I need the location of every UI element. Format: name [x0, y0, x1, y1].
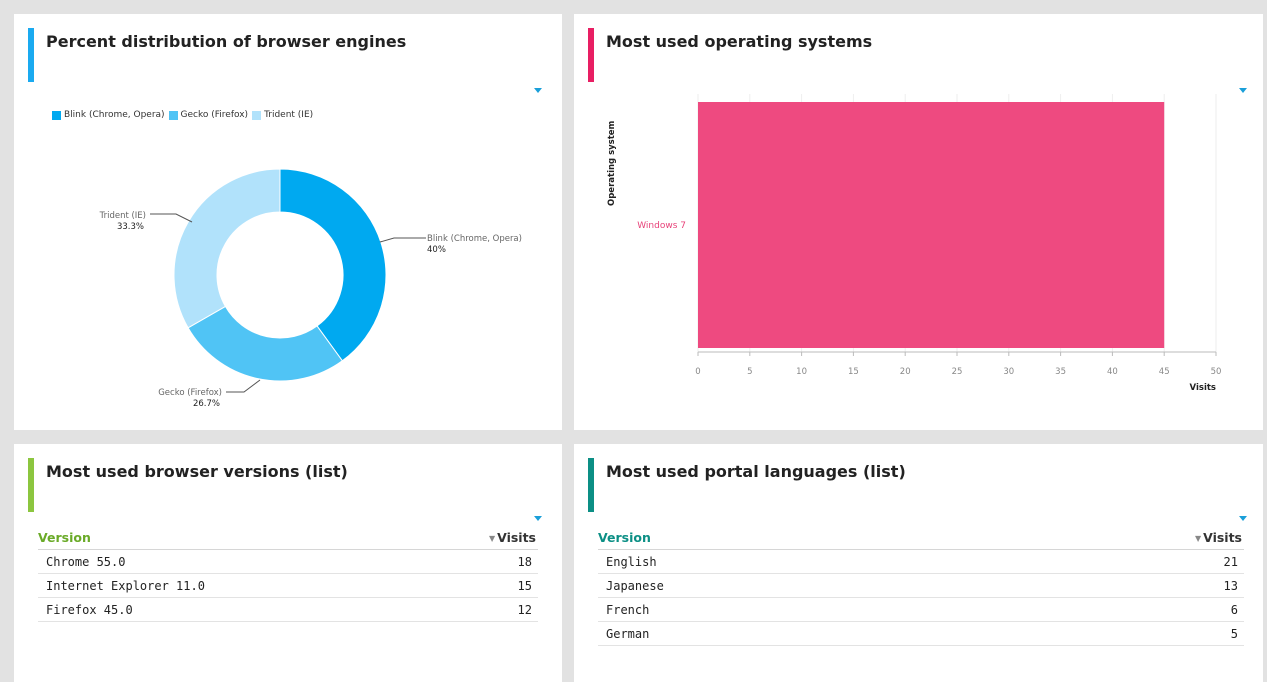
row-visits: 18 [425, 549, 538, 574]
panel-accent-bar [28, 458, 34, 512]
row-name: English [598, 549, 973, 574]
table-row[interactable]: Firefox 45.0 12 [38, 597, 538, 622]
donut-slice-trident[interactable] [173, 168, 281, 329]
table-row[interactable]: English 21 [598, 549, 1244, 574]
table-row[interactable]: Chrome 55.0 18 [38, 549, 538, 574]
x-tick-label: 10 [796, 367, 807, 377]
row-name: Firefox 45.0 [38, 597, 426, 622]
browser-versions-table: Version ▼ Visits Chrome 55.0 18 Internet E… [38, 526, 538, 622]
table-row[interactable]: German 5 [598, 621, 1244, 646]
slice-label-name: Trident (IE) [99, 211, 146, 221]
x-axis-label: Visits [1190, 383, 1216, 393]
x-tick-label: 25 [952, 367, 963, 377]
row-name: Internet Explorer 11.0 [38, 573, 426, 598]
row-visits: 6 [972, 597, 1244, 622]
sort-desc-icon: ▼ [1194, 534, 1202, 543]
row-name: Japanese [598, 573, 973, 598]
panel-menu-dropdown-icon[interactable] [1239, 516, 1247, 521]
row-visits: 5 [972, 621, 1244, 646]
col-header-visits[interactable]: ▼ Visits [425, 526, 538, 550]
panel-accent-bar [588, 458, 594, 512]
x-tick-label: 15 [848, 367, 859, 377]
row-name: Chrome 55.0 [38, 549, 426, 574]
panel-title: Most used portal languages (list) [606, 462, 906, 481]
table-header-row: Version ▼ Visits [598, 526, 1244, 550]
panel-title: Most used browser versions (list) [46, 462, 348, 481]
leader-line [226, 379, 261, 393]
row-visits: 15 [425, 573, 538, 598]
x-tick-label: 20 [900, 367, 911, 377]
col-header-version[interactable]: Version [598, 526, 973, 550]
slice-label-blink: Blink (Chrome, Opera) 40% [379, 234, 522, 255]
slice-label-trident: Trident (IE) 33.3% [99, 211, 193, 232]
table-row[interactable]: French 6 [598, 597, 1244, 622]
slice-label-pct: 40% [427, 245, 446, 255]
slice-label-name: Blink (Chrome, Opera) [427, 234, 522, 244]
donut-chart: Blink (Chrome, Opera) 40% Trident (IE) 3… [99, 168, 522, 409]
os-bar-chart: 0 5 10 15 20 25 30 35 40 45 50 Operating system Vi… [607, 94, 1222, 393]
col-header-visits-label: Visits [497, 530, 536, 545]
slice-label-pct: 26.7% [193, 399, 220, 409]
portal-languages-panel: Most used portal languages (list) Versio… [574, 444, 1263, 682]
browser-versions-panel: Most used browser versions (list) Versio… [14, 444, 562, 682]
y-axis-label: Operating system [607, 120, 617, 206]
portal-languages-table: Version ▼ Visits English 21 Japanese 13 Fre… [598, 526, 1244, 646]
leader-line [150, 213, 193, 223]
donut-slice-gecko[interactable] [187, 305, 344, 382]
x-tick-label: 35 [1055, 367, 1066, 377]
table-row[interactable]: Internet Explorer 11.0 15 [38, 573, 538, 598]
col-header-visits[interactable]: ▼ Visits [972, 526, 1244, 550]
x-tick-label: 50 [1211, 367, 1222, 377]
row-visits: 12 [425, 597, 538, 622]
slice-label-name: Gecko (Firefox) [158, 388, 222, 398]
row-name: French [598, 597, 973, 622]
table-row[interactable]: Japanese 13 [598, 573, 1244, 598]
y-category-label: Windows 7 [637, 221, 686, 231]
row-visits: 13 [972, 573, 1244, 598]
col-header-visits-label: Visits [1203, 530, 1242, 545]
table-header-row: Version ▼ Visits [38, 526, 538, 550]
x-tick-label: 40 [1107, 367, 1118, 377]
x-tick-label: 5 [747, 367, 752, 377]
row-name: German [598, 621, 973, 646]
browser-engines-panel: Percent distribution of browser engines … [14, 14, 562, 430]
panel-menu-dropdown-icon[interactable] [534, 516, 542, 521]
leader-line [379, 237, 426, 243]
operating-systems-panel: Most used operating systems 0 5 10 15 20 25 30… [574, 14, 1263, 430]
slice-label-gecko: Gecko (Firefox) 26.7% [158, 379, 261, 409]
x-tick-label: 45 [1159, 367, 1170, 377]
x-tick-label: 30 [1003, 367, 1014, 377]
bar-windows-7[interactable] [698, 102, 1165, 348]
slice-label-pct: 33.3% [117, 222, 144, 232]
sort-desc-icon: ▼ [488, 534, 496, 543]
col-header-version[interactable]: Version [38, 526, 426, 550]
donut-slice-blink[interactable] [279, 168, 387, 362]
row-visits: 21 [972, 549, 1244, 574]
x-tick-label: 0 [695, 367, 700, 377]
